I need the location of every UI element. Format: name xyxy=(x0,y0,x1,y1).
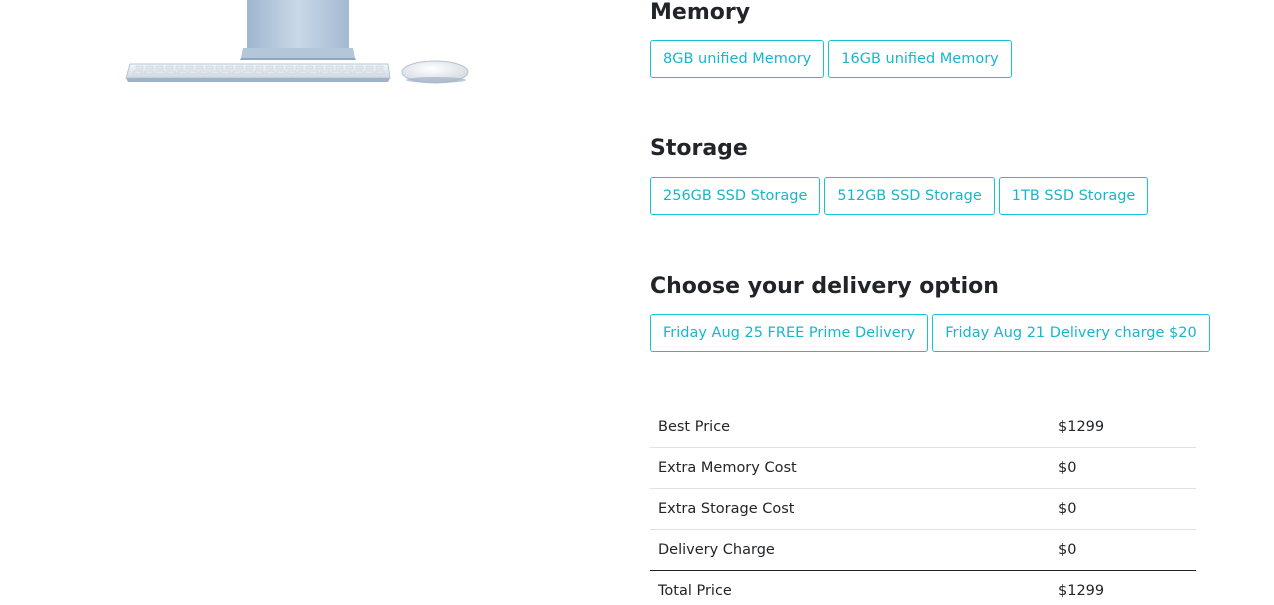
storage-option-512gb-button[interactable]: 512GB SSD Storage xyxy=(824,177,995,215)
delivery-charge-label: Delivery Charge xyxy=(650,529,1050,571)
table-row: Delivery Charge $0 xyxy=(650,529,1196,571)
best-price-value: $1299 xyxy=(1050,407,1196,448)
storage-options: 256GB SSD Storage 512GB SSD Storage 1TB … xyxy=(650,177,1149,215)
delivery-charge-value: $0 xyxy=(1050,529,1196,571)
product-config-page: Memory 8GB unified Memory 16GB unified M… xyxy=(0,0,1274,605)
price-summary-table: Best Price $1299 Extra Memory Cost $0 Ex… xyxy=(650,407,1196,605)
memory-option-16gb-button[interactable]: 16GB unified Memory xyxy=(828,40,1012,78)
table-row: Extra Memory Cost $0 xyxy=(650,447,1196,489)
extra-storage-cost-label: Extra Storage Cost xyxy=(650,488,1050,530)
table-row: Extra Storage Cost $0 xyxy=(650,488,1196,530)
delivery-option-prime-button[interactable]: Friday Aug 25 FREE Prime Delivery xyxy=(650,314,929,352)
memory-options: 8GB unified Memory 16GB unified Memory xyxy=(650,40,1012,78)
memory-option-8gb-button[interactable]: 8GB unified Memory xyxy=(650,40,825,78)
table-row: Best Price $1299 xyxy=(650,407,1196,448)
total-price-value: $1299 xyxy=(1058,583,1105,599)
storage-option-1tb-button[interactable]: 1TB SSD Storage xyxy=(998,177,1149,215)
storage-heading: Storage xyxy=(650,136,748,161)
best-price-label: Best Price xyxy=(650,407,1050,448)
extra-storage-cost-value: $0 xyxy=(1050,488,1196,530)
total-price-label: Total Price xyxy=(658,583,732,599)
memory-heading: Memory xyxy=(650,0,751,25)
storage-option-256gb-button[interactable]: 256GB SSD Storage xyxy=(650,177,821,215)
extra-memory-cost-label: Extra Memory Cost xyxy=(650,447,1050,489)
product-image xyxy=(120,0,480,100)
delivery-heading: Choose your delivery option xyxy=(650,274,999,299)
table-row-total: Total Price $1299 xyxy=(650,571,1196,605)
imac-accessories-illustration xyxy=(125,0,469,84)
extra-memory-cost-value: $0 xyxy=(1050,447,1196,489)
delivery-options: Friday Aug 25 FREE Prime Delivery Friday… xyxy=(650,314,1210,352)
delivery-option-express-button[interactable]: Friday Aug 21 Delivery charge $20 xyxy=(932,314,1210,352)
